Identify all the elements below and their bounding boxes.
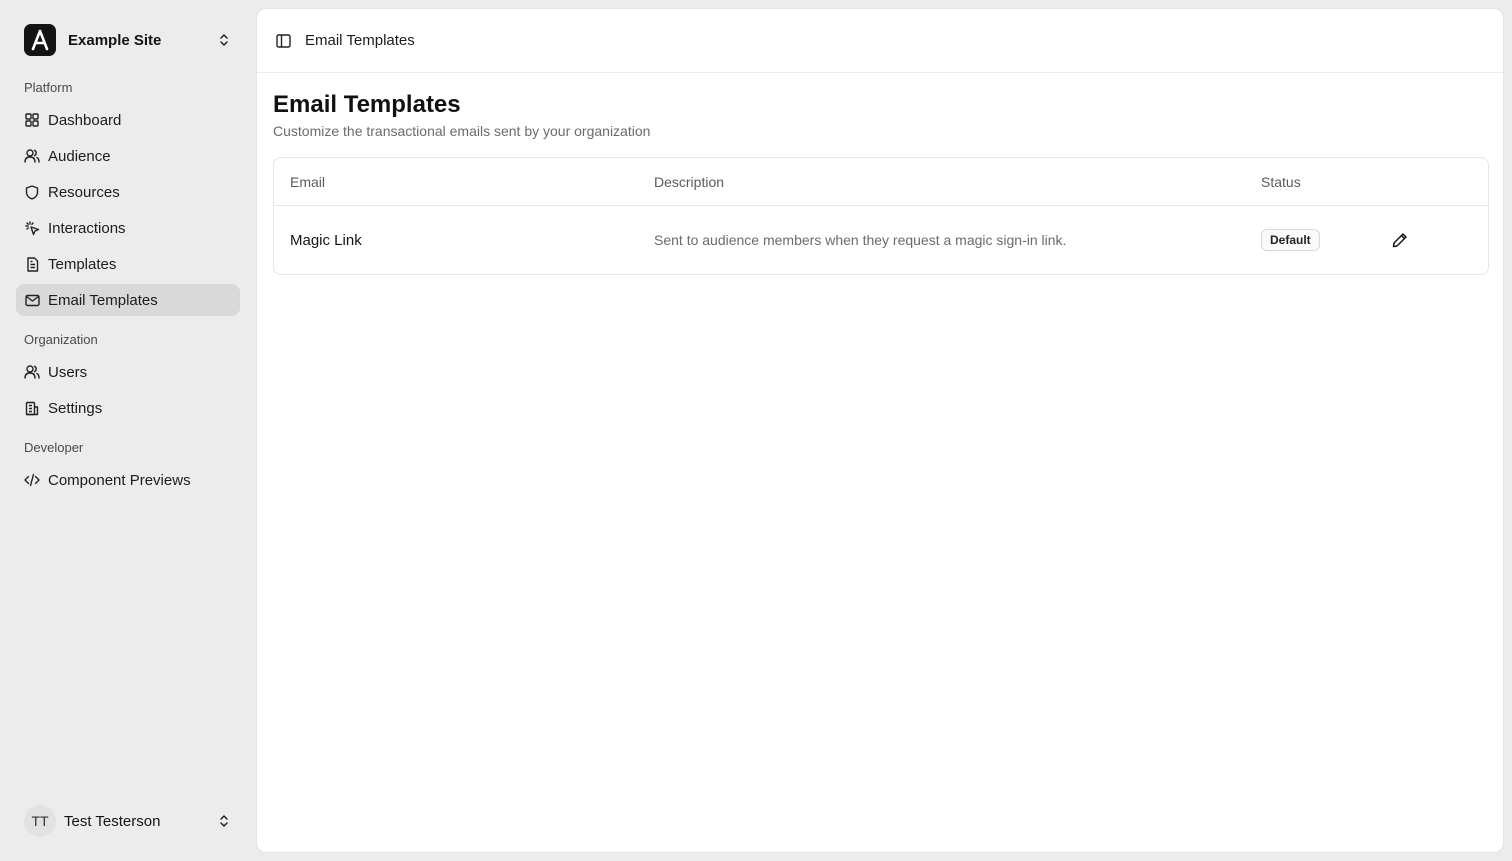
- pencil-icon: [1392, 233, 1407, 248]
- chevron-up-down-icon: [216, 32, 232, 48]
- sidebar-item-component-previews[interactable]: Component Previews: [16, 464, 240, 496]
- sidebar-item-label: Users: [48, 363, 88, 381]
- sidebar-item-label: Component Previews: [48, 471, 191, 489]
- page-subtitle: Customize the transactional emails sent …: [273, 123, 651, 139]
- section-label-organization: Organization: [24, 332, 98, 347]
- code-icon: [24, 472, 40, 488]
- site-name: Example Site: [68, 31, 162, 49]
- section-label-platform: Platform: [24, 80, 73, 95]
- topbar: Email Templates: [257, 9, 1503, 73]
- avatar: TT: [24, 805, 56, 837]
- cell-email: Magic Link: [290, 232, 362, 249]
- table-row: Magic Link Sent to audience members when…: [274, 206, 1488, 274]
- column-header-description: Description: [654, 174, 725, 190]
- sidebar-item-users[interactable]: Users: [16, 356, 240, 388]
- sidebar-item-label: Audience: [48, 147, 111, 165]
- sidebar-item-resources[interactable]: Resources: [16, 176, 240, 208]
- sidebar-item-label: Email Templates: [48, 291, 158, 309]
- sidebar-item-templates[interactable]: Templates: [16, 248, 240, 280]
- mail-icon: [24, 292, 40, 308]
- sidebar-item-label: Dashboard: [48, 111, 122, 129]
- sidebar-item-settings[interactable]: Settings: [16, 392, 240, 424]
- site-switcher[interactable]: Example Site: [24, 24, 232, 56]
- page-title: Email Templates: [273, 91, 461, 118]
- sidebar-item-dashboard[interactable]: Dashboard: [16, 104, 240, 136]
- sidebar-toggle-icon[interactable]: [275, 33, 291, 49]
- sidebar: Example Site Platform Dashboard Audience…: [0, 0, 256, 861]
- column-header-email: Email: [290, 174, 326, 190]
- user-switcher[interactable]: TT Test Testerson: [24, 805, 232, 837]
- sidebar-item-interactions[interactable]: Interactions: [16, 212, 240, 244]
- sidebar-item-label: Settings: [48, 399, 103, 417]
- section-label-developer: Developer: [24, 440, 84, 455]
- pointer-icon: [24, 220, 40, 236]
- sidebar-item-audience[interactable]: Audience: [16, 140, 240, 172]
- shield-icon: [24, 184, 40, 200]
- users-icon: [24, 148, 40, 164]
- edit-button[interactable]: [1388, 228, 1412, 252]
- email-templates-table: Email Description Status Magic Link Sent…: [273, 157, 1489, 275]
- grid-icon: [24, 112, 40, 128]
- chevron-up-down-icon: [216, 813, 232, 829]
- cell-description: Sent to audience members when they reque…: [654, 232, 1067, 248]
- building-icon: [24, 400, 40, 416]
- column-header-status: Status: [1261, 174, 1301, 190]
- sidebar-item-label: Interactions: [48, 219, 126, 237]
- file-icon: [24, 256, 40, 272]
- sidebar-item-label: Resources: [48, 183, 120, 201]
- sidebar-item-label: Templates: [48, 255, 117, 273]
- users-icon: [24, 364, 40, 380]
- table-header: Email Description Status: [274, 158, 1488, 206]
- main-panel: Email Templates Email Templates Customiz…: [256, 8, 1504, 853]
- site-logo: [24, 24, 56, 56]
- breadcrumb: Email Templates: [305, 32, 415, 49]
- status-badge: Default: [1261, 229, 1320, 251]
- user-name: Test Testerson: [64, 812, 161, 830]
- sidebar-item-email-templates[interactable]: Email Templates: [16, 284, 240, 316]
